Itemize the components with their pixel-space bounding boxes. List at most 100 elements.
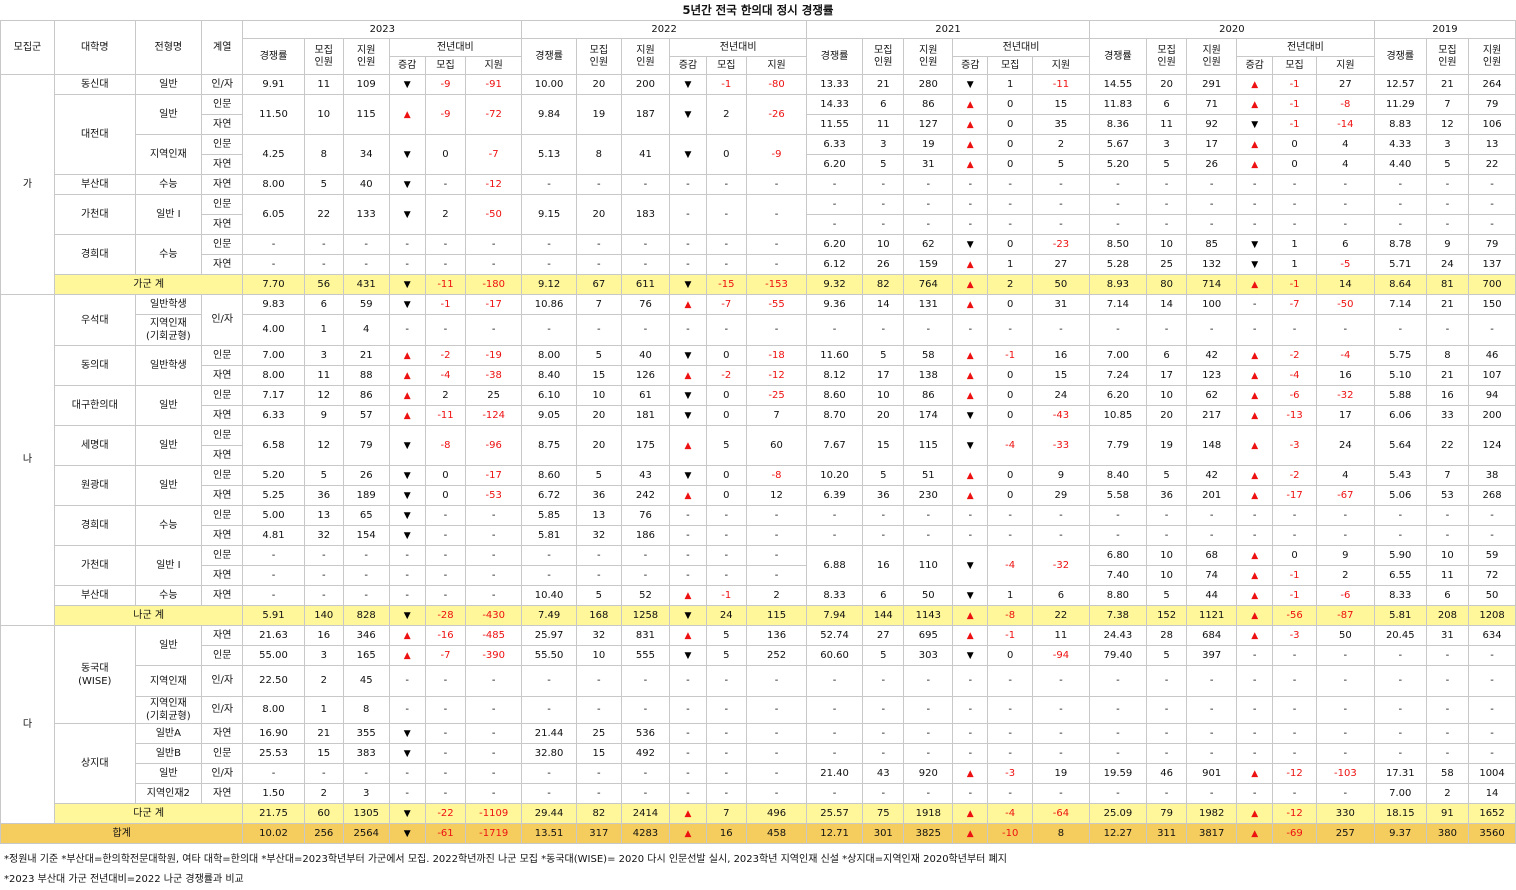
applicants-cell: 107 — [1468, 365, 1516, 386]
change-cell: - — [388, 783, 426, 804]
up-triangle-icon: ▲ — [1251, 99, 1259, 110]
quota-cell: 3 — [1425, 134, 1470, 155]
track-cell: 인문 — [200, 545, 244, 566]
increase-icon: ▲ — [388, 345, 426, 366]
quota-cell: 15 — [576, 743, 622, 764]
change-cell: - — [1236, 645, 1274, 666]
yoy-applicants-cell: 27 — [1031, 254, 1090, 275]
applicants-cell: - — [1186, 525, 1238, 546]
up-triangle-icon: ▲ — [966, 99, 974, 110]
yoy-applicants-cell: - — [745, 763, 808, 784]
up-triangle-icon: ▲ — [966, 610, 974, 621]
change-cell: - — [669, 565, 707, 586]
up-triangle-icon: ▲ — [966, 119, 974, 130]
yoy-applicants-cell: 16 — [1315, 365, 1375, 386]
yoy-quota-cell: -4 — [1272, 365, 1317, 386]
table-row: 부산대 수능 자연 8.00 5 40 ▼ - -12- - - - - - - - - - - - - - - - - - - - - — [1, 174, 1516, 195]
increase-icon: ▲ — [1236, 625, 1274, 646]
yoy-applicants-cell: - — [1031, 214, 1090, 235]
quota-cell: 43 — [862, 763, 905, 784]
table-body: 가 동신대 일반 인/자 9.91 11 109 ▼ -9 -91 10.00 20 200 ▼ -1 -80… — [0, 74, 1516, 844]
rate-cell: 55.50 — [521, 645, 578, 666]
rate-cell: 5.28 — [1088, 254, 1147, 275]
quota-cell: 33 — [1425, 405, 1470, 426]
admission-type-cell: 수능 — [134, 174, 203, 195]
quota-cell: - — [576, 234, 622, 255]
applicants-cell: 200 — [1468, 405, 1516, 426]
yoy-quota-cell: -1 — [987, 625, 1033, 646]
rate-cell: 4.25 — [242, 134, 305, 175]
rate-cell: - — [806, 743, 864, 764]
decrease-icon: ▼ — [669, 74, 707, 95]
yoy-quota-cell: -15 — [705, 274, 747, 295]
yoy-quota-cell: 0 — [987, 405, 1033, 426]
applicants-cell: 62 — [1186, 385, 1238, 406]
up-triangle-icon: ▲ — [966, 350, 974, 361]
track-cell: 자연 — [200, 365, 244, 386]
rate-cell: 10.85 — [1088, 405, 1147, 426]
down-triangle-icon: ▼ — [403, 808, 411, 819]
change-cell: - — [669, 696, 707, 724]
yoy-applicants-cell: -38 — [465, 365, 523, 386]
footnote-line: *2023 부산대 가군 전년대비=2022 나군 경쟁률과 비교 — [4, 874, 244, 885]
yoy-applicants-cell: - — [745, 696, 808, 724]
quota-cell: 15 — [862, 425, 905, 466]
yoy-applicants-cell: - — [745, 565, 808, 586]
quota-cell: 21 — [1425, 294, 1470, 315]
rate-cell: - — [242, 565, 305, 586]
applicants-cell: 764 — [903, 274, 954, 295]
quota-cell: - — [1425, 314, 1470, 346]
applicants-cell: 85 — [1186, 234, 1238, 255]
applicants-cell: 42 — [1186, 465, 1238, 486]
yoy-applicants-cell: 2 — [745, 585, 808, 606]
applicants-cell: - — [1468, 194, 1516, 215]
yoy-applicants-cell: -17 — [465, 294, 523, 315]
applicants-cell: 50 — [1468, 585, 1516, 606]
admission-type-cell: 일반 — [134, 763, 203, 784]
quota-cell: 32 — [303, 525, 344, 546]
rate-cell: 8.00 — [521, 345, 578, 366]
yoy-applicants-cell: - — [745, 665, 808, 697]
rate-cell: - — [521, 234, 578, 255]
rate-cell: 8.64 — [1373, 274, 1427, 295]
yoy-quota-cell: - — [705, 763, 747, 784]
yoy-applicants-cell: 252 — [745, 645, 808, 666]
rate-cell: 9.05 — [521, 405, 578, 426]
quota-cell: 5 — [862, 345, 905, 366]
quota-cell: - — [1425, 696, 1470, 724]
applicants-cell: 51 — [903, 465, 954, 486]
applicants-cell: - — [1468, 645, 1516, 666]
applicants-cell: - — [1468, 505, 1516, 526]
quota-cell: 13 — [576, 505, 622, 526]
down-triangle-icon: ▼ — [1251, 119, 1259, 130]
yoy-applicants-cell: -91 — [465, 74, 523, 95]
yoy-applicants-cell: -67 — [1315, 485, 1375, 506]
quota-cell: 256 — [303, 823, 344, 844]
rate-cell: - — [521, 254, 578, 275]
increase-icon: ▲ — [388, 405, 426, 426]
increase-icon: ▲ — [669, 585, 707, 606]
rate-cell: 25.09 — [1088, 803, 1147, 824]
applicants-cell: - — [1186, 665, 1238, 697]
yoy-quota-cell: -7 — [705, 294, 747, 315]
quota-cell: - — [303, 545, 344, 566]
rate-cell: 5.20 — [242, 465, 305, 486]
yoy-quota-cell: - — [987, 314, 1033, 346]
yoy-quota-cell: - — [424, 565, 467, 586]
quota-cell: - — [576, 763, 622, 784]
header-group: 모집군 — [0, 20, 55, 75]
yoy-applicants-cell: - — [745, 505, 808, 526]
up-triangle-icon: ▲ — [1251, 808, 1259, 819]
change-cell: - — [1236, 696, 1274, 724]
header-year-2023: 2023 — [242, 20, 523, 39]
yoy-quota-cell: 0 — [987, 645, 1033, 666]
applicants-cell: - — [1186, 783, 1238, 804]
header-applicants: 지원 인원 — [620, 38, 671, 75]
rate-cell: 8.93 — [1088, 274, 1147, 295]
header-rate: 경쟁률 — [521, 38, 578, 75]
increase-icon: ▲ — [669, 425, 707, 466]
decrease-icon: ▼ — [388, 134, 426, 175]
quota-cell: - — [1145, 723, 1188, 744]
quota-cell: 11 — [303, 74, 344, 95]
increase-icon: ▲ — [1236, 763, 1274, 784]
